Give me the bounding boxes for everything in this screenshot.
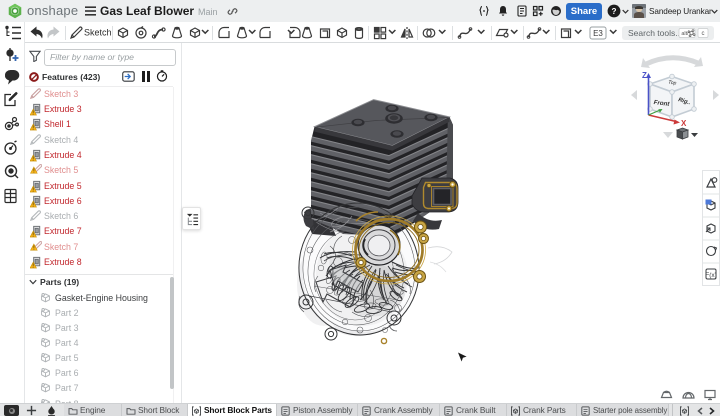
- svg-text:X: X: [681, 119, 687, 128]
- svg-text:Z: Z: [642, 71, 647, 80]
- svg-text:F(x): F(x): [705, 272, 717, 279]
- svg-text:Top: Top: [668, 80, 677, 87]
